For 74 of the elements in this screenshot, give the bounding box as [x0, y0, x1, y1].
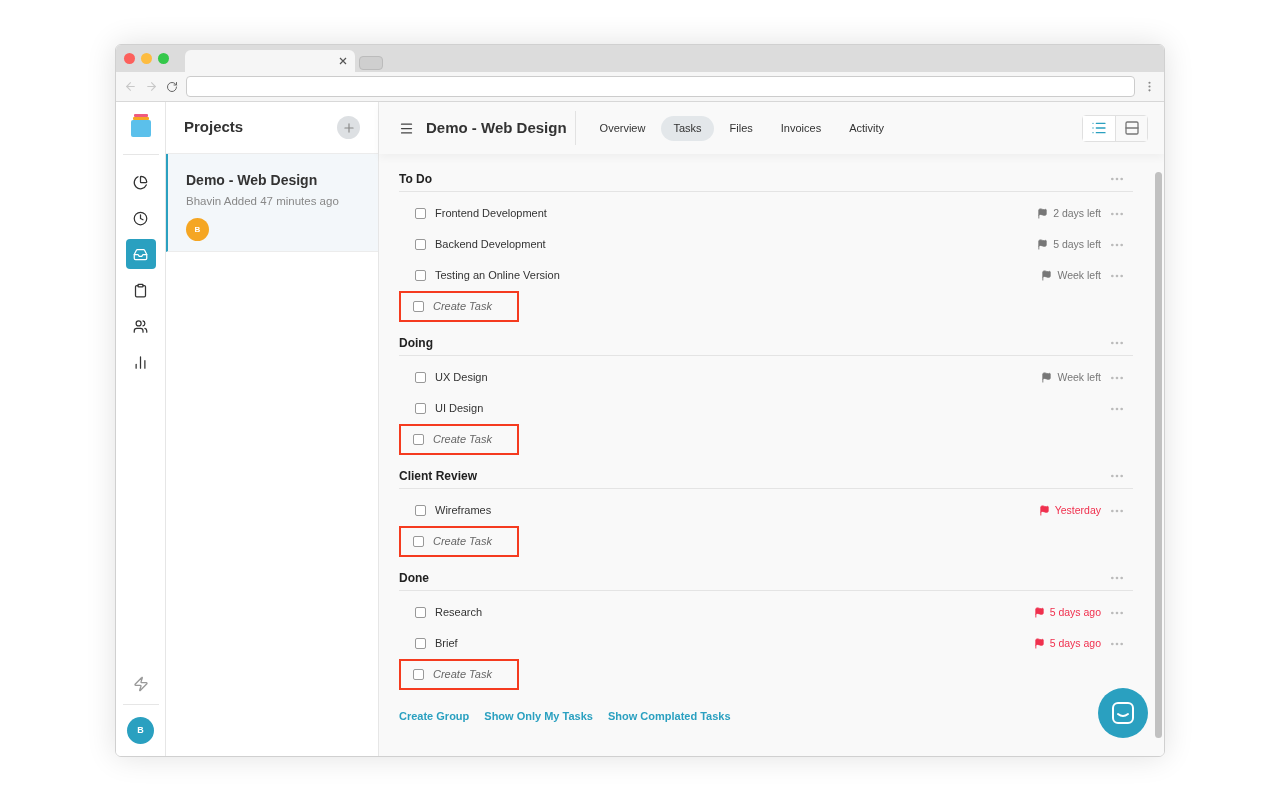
- group-title: Done: [399, 569, 429, 587]
- task-checkbox[interactable]: [415, 638, 426, 649]
- task-name[interactable]: UX Design: [435, 369, 488, 386]
- plus-icon: [341, 120, 356, 135]
- create-task-placeholder: Create Task: [433, 299, 492, 315]
- tab[interactable]: Invoices: [768, 115, 834, 141]
- clipboard-icon: [133, 282, 148, 298]
- task-checkbox[interactable]: [415, 208, 426, 219]
- task-checkbox[interactable]: [413, 434, 424, 445]
- chat-icon: [1112, 702, 1134, 724]
- rows-view-icon: [1123, 120, 1140, 136]
- task-checkbox[interactable]: [413, 669, 424, 680]
- add-project-button[interactable]: [337, 116, 360, 139]
- task-checkbox[interactable]: [415, 403, 426, 414]
- create-task-placeholder: Create Task: [433, 432, 492, 448]
- create-task-field[interactable]: Create Task: [399, 291, 519, 322]
- task-name[interactable]: Brief: [435, 635, 458, 652]
- lightning-icon[interactable]: [132, 676, 149, 692]
- clock-icon: [133, 210, 148, 226]
- inbox-icon: [133, 246, 148, 262]
- group-title: Client Review: [399, 467, 478, 485]
- task-checkbox[interactable]: [415, 505, 426, 516]
- tab-close-icon[interactable]: [339, 57, 347, 65]
- project-name: Demo - Web Design: [186, 171, 319, 190]
- task-checkbox[interactable]: [415, 372, 426, 383]
- due-date: 5 days left: [1053, 236, 1101, 252]
- due-date: 2 days left: [1053, 205, 1101, 221]
- users-icon: [133, 318, 148, 334]
- task-checkbox[interactable]: [415, 270, 426, 281]
- due-date: 5 days ago: [1049, 604, 1101, 620]
- bar-chart-icon: [133, 354, 148, 370]
- close-window-icon[interactable]: [124, 53, 135, 64]
- create-task-field[interactable]: Create Task: [399, 526, 519, 557]
- create-task-placeholder: Create Task: [433, 534, 492, 550]
- due-date: 5 days ago: [1049, 635, 1101, 651]
- tab[interactable]: Activity: [837, 115, 896, 141]
- list-view-icon: [1091, 120, 1107, 136]
- task-checkbox[interactable]: [415, 607, 426, 618]
- forward-icon[interactable]: [145, 80, 158, 93]
- due-date: Yesterday: [1054, 502, 1101, 518]
- create-task-field[interactable]: Create Task: [399, 659, 519, 690]
- task-checkbox[interactable]: [413, 536, 424, 547]
- task-name[interactable]: UI Design: [435, 400, 484, 417]
- task-checkbox[interactable]: [415, 239, 426, 250]
- group-title: Doing: [399, 334, 433, 352]
- pie-chart-icon: [133, 174, 148, 190]
- view-toggle-button[interactable]: [1115, 115, 1147, 141]
- create-task-field[interactable]: Create Task: [399, 424, 519, 455]
- task-name[interactable]: Backend Development: [435, 236, 546, 253]
- scrollbar[interactable]: [1155, 172, 1162, 738]
- project-title: Demo - Web Design: [426, 111, 576, 145]
- tab[interactable]: Overview: [587, 115, 658, 141]
- tab[interactable]: Tasks: [661, 115, 714, 141]
- back-icon[interactable]: [124, 80, 137, 93]
- due-date: Week left: [1057, 369, 1101, 385]
- task-name[interactable]: Frontend Development: [435, 205, 547, 222]
- due-date: Week left: [1057, 267, 1101, 283]
- project-meta: Bhavin Added 47 minutes ago: [186, 194, 340, 209]
- reload-icon[interactable]: [166, 80, 178, 93]
- task-name[interactable]: Research: [435, 604, 483, 621]
- tab[interactable]: Files: [717, 115, 765, 141]
- task-name[interactable]: Wireframes: [435, 502, 492, 519]
- address-bar[interactable]: [186, 76, 1135, 97]
- menu-icon[interactable]: [399, 120, 414, 136]
- task-name[interactable]: Testing an Online Version: [435, 267, 560, 284]
- group-title: To Do: [399, 170, 433, 188]
- panel-title: Projects: [184, 117, 244, 138]
- project-item[interactable]: Demo - Web Design Bhavin Added 47 minutes ago B: [166, 154, 378, 252]
- maximize-window-icon[interactable]: [158, 53, 169, 64]
- chat-button[interactable]: [1098, 688, 1148, 738]
- create-task-placeholder: Create Task: [433, 667, 492, 683]
- app-logo-icon[interactable]: [130, 114, 151, 138]
- task-checkbox[interactable]: [413, 301, 424, 312]
- member-avatar: B: [186, 218, 209, 242]
